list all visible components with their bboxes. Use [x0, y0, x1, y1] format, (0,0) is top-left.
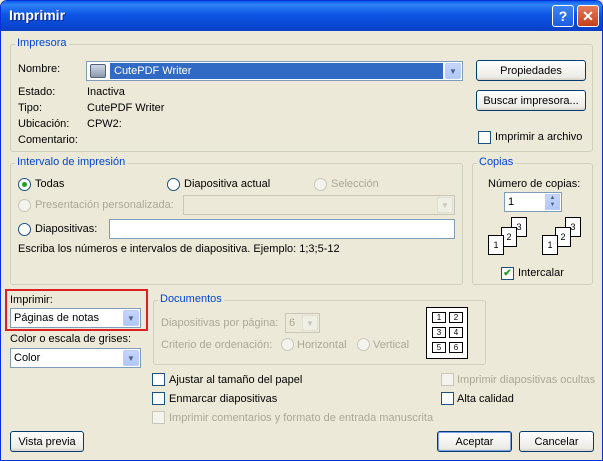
collate-page-1b: 1	[542, 235, 558, 255]
print-dialog: Imprimir ? ✕ Impresora Nombre: CutePDF W…	[0, 0, 603, 461]
per-page-select[interactable]: 6 ▼	[285, 313, 320, 333]
chevron-down-icon: ▼	[302, 315, 318, 331]
title-bar: Imprimir ? ✕	[1, 1, 602, 31]
properties-button[interactable]: Propiedades	[476, 60, 586, 81]
order-horizontal-label: Horizontal	[297, 339, 347, 351]
range-all-radio[interactable]	[18, 178, 31, 191]
print-hidden-checkbox[interactable]	[441, 373, 454, 386]
spin-buttons[interactable]: ▲ ▼	[545, 194, 560, 210]
handout-slide-1: 1	[432, 312, 446, 323]
find-printer-button[interactable]: Buscar impresora...	[476, 90, 586, 111]
printer-name-value: CutePDF Writer	[114, 65, 192, 77]
per-page-value: 6	[289, 317, 296, 329]
handout-slide-2: 2	[449, 312, 463, 323]
printer-name-label: Nombre:	[18, 63, 61, 75]
scale-to-fit-label: Ajustar al tamaño del papel	[169, 374, 303, 386]
close-button[interactable]: ✕	[577, 5, 599, 27]
range-selection-label: Selección	[331, 178, 379, 190]
range-current-radio[interactable]	[167, 178, 180, 191]
help-icon: ?	[558, 8, 568, 24]
frame-slides-checkbox[interactable]	[152, 392, 165, 405]
chevron-down-icon: ▼	[123, 350, 139, 366]
status-label: Estado:	[18, 86, 56, 98]
range-selection-radio[interactable]	[314, 178, 327, 191]
copies-count-label: Número de copias:	[488, 178, 581, 190]
color-label: Color o escala de grises:	[10, 333, 132, 345]
preview-button-label: Vista previa	[18, 435, 76, 448]
type-value: CutePDF Writer	[87, 102, 165, 114]
find-printer-button-label: Buscar impresora...	[483, 94, 579, 107]
cancel-button[interactable]: Cancelar	[519, 431, 594, 452]
collate-label: Intercalar	[518, 267, 564, 279]
printer-name-select[interactable]: CutePDF Writer ▼	[86, 61, 463, 81]
handout-slide-5: 5	[432, 342, 446, 353]
order-label: Criterio de ordenación:	[161, 339, 273, 351]
chevron-down-icon: ▼	[437, 197, 453, 213]
status-value: Inactiva	[87, 86, 125, 98]
range-slides-radio[interactable]	[18, 223, 31, 236]
slides-input[interactable]	[109, 219, 455, 239]
print-hidden-label: Imprimir diapositivas ocultas	[457, 374, 596, 386]
preview-button[interactable]: Vista previa	[10, 431, 84, 452]
print-what-value: Páginas de notas	[14, 312, 100, 324]
high-quality-label: Alta calidad	[457, 393, 514, 405]
custom-show-select[interactable]: ▼	[183, 195, 455, 215]
print-to-file-checkbox[interactable]	[478, 131, 491, 144]
color-select[interactable]: Color ▼	[10, 348, 141, 368]
ok-button[interactable]: Aceptar	[437, 431, 512, 452]
window-title: Imprimir	[9, 7, 66, 23]
print-to-file-label: Imprimir a archivo	[495, 131, 583, 143]
per-page-label: Diapositivas por página:	[161, 317, 279, 329]
handout-preview: 1 2 3 4 5 6	[426, 307, 468, 359]
collate-page-1a: 1	[488, 235, 504, 255]
close-icon: ✕	[582, 7, 594, 24]
collate-checkbox[interactable]: ✔	[501, 267, 514, 280]
copies-count-input[interactable]: 1 ▲ ▼	[504, 192, 562, 212]
handout-slide-6: 6	[449, 342, 463, 353]
print-what-select[interactable]: Páginas de notas ▼	[10, 308, 141, 328]
comment-label: Comentario:	[18, 134, 78, 146]
handouts-group-label: Documentos	[158, 293, 224, 305]
printer-group-label: Impresora	[15, 37, 69, 49]
range-custom-radio[interactable]	[18, 199, 31, 212]
handout-slide-4: 4	[449, 327, 463, 338]
range-custom-label: Presentación personalizada:	[35, 199, 174, 211]
frame-slides-label: Enmarcar diapositivas	[169, 393, 278, 405]
help-button[interactable]: ?	[552, 5, 574, 27]
order-vertical-label: Vertical	[373, 339, 410, 351]
print-comments-label: Imprimir comentarios y formato de entrad…	[169, 412, 434, 424]
color-value: Color	[14, 352, 41, 364]
range-group-label: Intervalo de impresión	[15, 156, 128, 168]
print-comments-checkbox[interactable]	[152, 411, 165, 424]
properties-button-label: Propiedades	[500, 64, 562, 77]
scale-to-fit-checkbox[interactable]	[152, 373, 165, 386]
location-label: Ubicación:	[18, 118, 70, 130]
copies-group-label: Copias	[477, 156, 516, 168]
type-label: Tipo:	[18, 102, 43, 114]
range-hint: Escriba los números e intervalos de diap…	[18, 243, 340, 255]
chevron-down-icon: ▼	[123, 310, 139, 326]
cancel-button-label: Cancelar	[534, 435, 579, 448]
range-slides-label: Diapositivas:	[35, 223, 98, 235]
ok-button-label: Aceptar	[455, 435, 494, 448]
location-value: CPW2:	[87, 118, 122, 130]
handout-slide-3: 3	[432, 327, 446, 338]
printer-icon	[90, 64, 106, 78]
print-what-label: Imprimir:	[10, 294, 53, 306]
copies-count-value: 1	[508, 196, 515, 208]
high-quality-checkbox[interactable]	[441, 392, 454, 405]
range-current-label: Diapositiva actual	[184, 178, 271, 190]
chevron-down-icon: ▼	[445, 63, 461, 79]
range-all-label: Todas	[35, 178, 65, 190]
order-vertical-radio[interactable]	[357, 338, 370, 351]
order-horizontal-radio[interactable]	[281, 338, 294, 351]
